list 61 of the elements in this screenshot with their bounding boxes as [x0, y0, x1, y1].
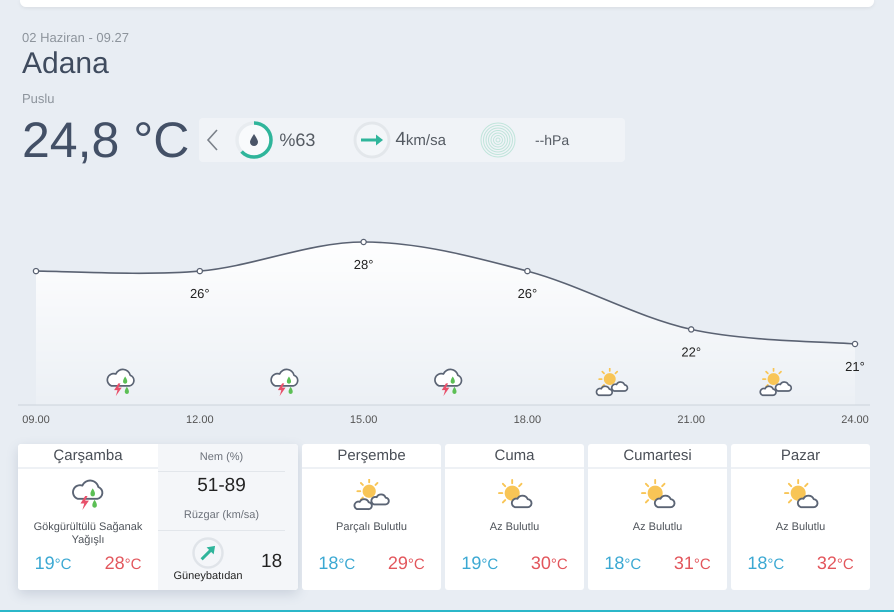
temperature-reading: 24,8 °C [22, 116, 190, 164]
day-name: Perşembe [337, 446, 406, 466]
low-temperature: 18°C [604, 552, 642, 575]
low-temperature: 19°C [34, 552, 72, 575]
sun-clouds-icon [352, 479, 390, 511]
low-temperature: 18°C [318, 552, 356, 575]
axis-label: 09.00 [22, 414, 50, 426]
day-name: Pazar [780, 446, 820, 466]
data-label: 28° [354, 257, 374, 272]
storm-cloud-icon [271, 369, 298, 396]
sun-cloud-icon [638, 479, 676, 511]
humidity-value: %63 [279, 129, 316, 151]
axis-label: 12.00 [186, 414, 214, 426]
weather-description: Az Bulutlu [490, 521, 540, 534]
concentric-circles-icon [480, 122, 516, 158]
sun-clouds-icon [596, 368, 628, 396]
storm-cloud-icon [107, 369, 134, 396]
weather-description: Parçalı Bulutlu [336, 521, 407, 534]
condition-text: Puslu [22, 91, 55, 106]
sun-cloud-icon [496, 479, 534, 511]
axis-label: 15.00 [350, 414, 378, 426]
data-point [524, 268, 531, 274]
wind-label: Rüzgar (km/sa) [184, 508, 260, 523]
humidity-range: 51-89 [197, 475, 246, 497]
high-temperature: 30°C [530, 552, 568, 575]
data-point [852, 340, 858, 348]
data-label: 22° [681, 344, 702, 360]
low-temperature: 19°C [461, 552, 498, 575]
storm-cloud-icon [434, 369, 462, 396]
data-point [360, 238, 367, 246]
weather-description: Gökgürültülü Sağanak Yağışlı [32, 521, 144, 547]
high-temperature: 28°C [104, 552, 142, 575]
data-label: 26° [190, 286, 210, 302]
high-temperature: 29°C [388, 552, 425, 575]
axis-label: 18.00 [514, 414, 542, 426]
date-time-text: 02 Haziran - 09.27 [22, 30, 129, 45]
drop-icon [250, 134, 258, 146]
sun-cloud-icon [782, 479, 820, 511]
data-point [688, 326, 694, 333]
sun-clouds-icon [760, 368, 792, 396]
data-label: 21° [845, 359, 865, 374]
weather-description: Az Bulutlu [776, 521, 826, 534]
wind-direction-text: Güneybatıdan [173, 570, 243, 583]
data-point [32, 268, 40, 274]
data-point [196, 268, 204, 274]
city-name: Adana [22, 47, 109, 80]
wind-speed-value: 18 [261, 551, 282, 574]
axis-label: 21.00 [677, 414, 705, 426]
humidity-label: Nem (%) [200, 450, 244, 466]
low-temperature: 18°C [747, 552, 784, 575]
high-temperature: 31°C [674, 552, 711, 575]
chevron-left-icon[interactable] [206, 129, 220, 151]
weather-description: Az Bulutlu [632, 521, 682, 534]
pressure-value: --hPa [534, 131, 570, 150]
day-name: Cumartesi [623, 446, 692, 466]
wind-speed: 4km/sa [395, 128, 446, 152]
high-temperature: 32°C [816, 552, 854, 575]
axis-label: 24.00 [841, 414, 869, 426]
data-label: 26° [518, 286, 538, 302]
day-name: Cuma [494, 446, 534, 466]
day-name: Çarşamba [53, 446, 123, 466]
